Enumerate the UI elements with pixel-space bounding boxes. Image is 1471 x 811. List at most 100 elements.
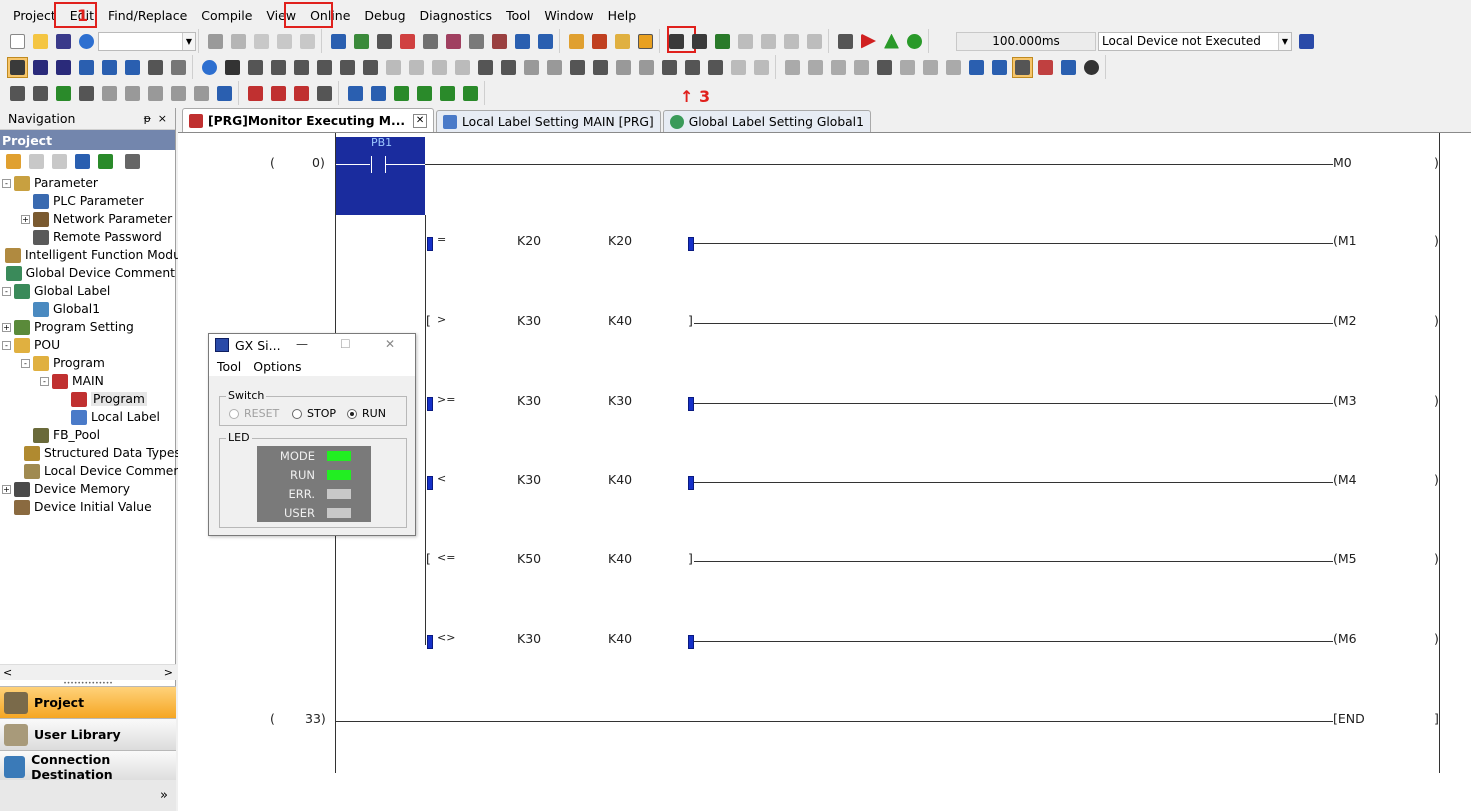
switch-reset-radio[interactable]: RESET xyxy=(229,407,279,420)
cross-reference-button[interactable] xyxy=(512,31,533,52)
search-mode-button[interactable] xyxy=(943,57,964,78)
tree-item[interactable]: + Network Parameter xyxy=(0,210,175,228)
af7-button[interactable] xyxy=(521,57,542,78)
scroll-right-icon[interactable]: > xyxy=(164,666,173,679)
tree-item[interactable]: - MAIN xyxy=(0,372,175,390)
write-to-plc-button[interactable] xyxy=(566,31,587,52)
comparison-operand-a[interactable]: K50 xyxy=(517,551,541,566)
mark-4-button[interactable] xyxy=(314,83,335,104)
ladder-tool-1-button[interactable] xyxy=(7,83,28,104)
undo-button[interactable] xyxy=(274,31,295,52)
f8-instruction-button[interactable] xyxy=(360,57,381,78)
comparison-operand-b[interactable]: K40 xyxy=(608,631,632,646)
sf6-button[interactable] xyxy=(314,57,335,78)
caf10-button[interactable] xyxy=(705,57,726,78)
tree-item[interactable]: Global Device Comment xyxy=(0,264,175,282)
comparison-operand-a[interactable]: K20 xyxy=(517,233,541,248)
copy-button[interactable] xyxy=(228,31,249,52)
sf8-button[interactable] xyxy=(498,57,519,78)
f5-contact-button[interactable] xyxy=(245,57,266,78)
copy-format-button[interactable] xyxy=(920,57,941,78)
monitor-start-button[interactable] xyxy=(666,31,687,52)
minimize-icon[interactable]: — xyxy=(296,337,308,351)
tree-item[interactable]: Intelligent Function Module xyxy=(0,246,192,264)
menu-compile[interactable]: Compile xyxy=(194,6,259,25)
collapse-icon[interactable]: - xyxy=(2,286,11,296)
device-find-button[interactable] xyxy=(1058,57,1079,78)
tree-item[interactable]: Structured Data Types xyxy=(0,444,181,462)
collapse-icon[interactable]: - xyxy=(2,178,11,188)
ladder-help-button[interactable] xyxy=(199,57,220,78)
tree-item[interactable]: - Parameter xyxy=(0,174,175,192)
mark-3-button[interactable] xyxy=(291,83,312,104)
tab-monitor-executing-main[interactable]: [PRG]Monitor Executing M... ✕ xyxy=(182,108,435,132)
menu-diagnostics[interactable]: Diagnostics xyxy=(413,6,500,25)
tree-item[interactable]: FB_Pool xyxy=(0,426,175,444)
coil-output[interactable]: (M1 xyxy=(1333,233,1357,248)
f6-button[interactable] xyxy=(291,57,312,78)
sf7-button[interactable] xyxy=(475,57,496,78)
dev-mark-3-button[interactable] xyxy=(391,83,412,104)
dev-nw-button[interactable] xyxy=(122,57,143,78)
ladder-view-button[interactable] xyxy=(7,56,28,78)
tree-item[interactable]: - Global Label xyxy=(0,282,175,300)
statement-button[interactable] xyxy=(828,57,849,78)
tree-item[interactable]: Remote Password xyxy=(0,228,175,246)
tree-item[interactable]: Local Device Comment xyxy=(0,462,186,480)
comparison-operator[interactable]: = xyxy=(437,233,446,246)
connect-button[interactable] xyxy=(966,57,987,78)
pin-icon[interactable]: ᵽ xyxy=(144,112,151,125)
comparison-operator[interactable]: >= xyxy=(437,393,455,406)
sf9-button[interactable] xyxy=(406,57,427,78)
device-monitor-button[interactable] xyxy=(351,31,372,52)
device-list-button[interactable] xyxy=(535,31,556,52)
menu-window[interactable]: Window xyxy=(537,6,600,25)
navigation-horizontal-scrollbar[interactable]: < > xyxy=(0,664,176,680)
coil-output[interactable]: (M2 xyxy=(1333,313,1357,328)
read-from-plc-button[interactable] xyxy=(589,31,610,52)
label-button[interactable] xyxy=(874,57,895,78)
ladder-tool-3-button[interactable] xyxy=(53,83,74,104)
status-button[interactable] xyxy=(904,31,925,52)
ladder-tool-4-button[interactable] xyxy=(76,83,97,104)
saf5-button[interactable] xyxy=(567,57,588,78)
device-batch-button[interactable] xyxy=(328,31,349,52)
verify-with-plc-button[interactable] xyxy=(612,31,633,52)
comparison-operator[interactable]: <= xyxy=(437,551,455,564)
list-view-button[interactable] xyxy=(30,57,51,78)
tree-item[interactable]: Device Initial Value xyxy=(0,498,175,516)
find-button[interactable] xyxy=(222,57,243,78)
af5-button[interactable] xyxy=(659,57,680,78)
step-button[interactable] xyxy=(835,31,856,52)
tab-global-label-setting[interactable]: Global Label Setting Global1 xyxy=(662,110,871,132)
expand-icon[interactable]: + xyxy=(2,484,11,494)
comparison-operator[interactable]: <> xyxy=(437,631,455,644)
collapse-icon[interactable]: - xyxy=(40,376,49,386)
end-instruction[interactable]: [END xyxy=(1333,711,1365,726)
switch-run-radio[interactable]: RUN xyxy=(347,407,386,420)
comparison-operator[interactable]: > xyxy=(437,313,446,326)
device-search-active-button[interactable] xyxy=(1012,56,1033,78)
dev-mark-4-button[interactable] xyxy=(414,83,435,104)
tree-item[interactable]: - POU xyxy=(0,336,175,354)
tree-item[interactable]: PLC Parameter xyxy=(0,192,175,210)
ladder-tool-7-button[interactable] xyxy=(145,83,166,104)
nav-more-button[interactable]: » xyxy=(0,780,176,811)
tree-item[interactable]: - Program xyxy=(0,354,175,372)
device-status-combo[interactable]: Local Device not Executed ▼ xyxy=(1098,31,1292,51)
sf5-button[interactable] xyxy=(268,57,289,78)
open-project-button[interactable] xyxy=(30,31,51,52)
new-data-button[interactable] xyxy=(3,151,24,172)
simulator-menu-options[interactable]: Options xyxy=(253,359,301,374)
coil-output[interactable]: (M4 xyxy=(1333,472,1357,487)
nav-refresh-button[interactable] xyxy=(95,151,116,172)
new-project-button[interactable] xyxy=(7,31,28,52)
comparison-operand-a[interactable]: K30 xyxy=(517,472,541,487)
saf6-button[interactable] xyxy=(590,57,611,78)
nav-user-library-button[interactable]: User Library xyxy=(0,718,176,750)
cf9-button[interactable] xyxy=(429,57,450,78)
cf10-button[interactable] xyxy=(452,57,473,78)
comparison-operand-a[interactable]: K30 xyxy=(517,313,541,328)
f10-button[interactable] xyxy=(728,57,749,78)
menu-view[interactable]: View xyxy=(259,6,303,25)
